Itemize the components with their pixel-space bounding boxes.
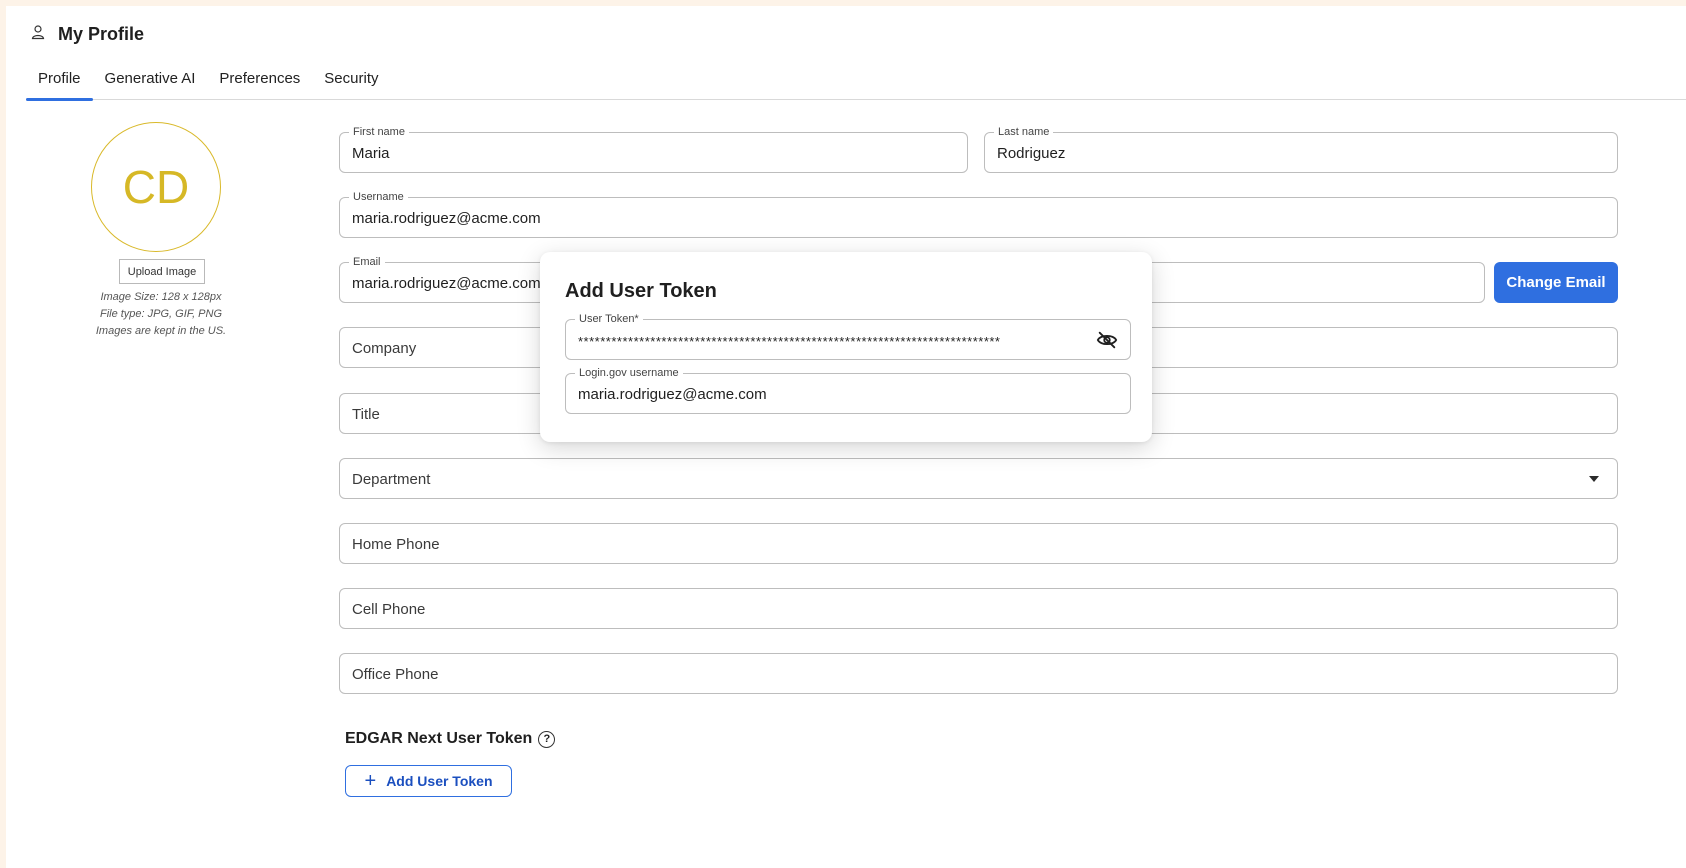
email-value: maria.rodriguez@acme.com — [352, 275, 541, 292]
home-phone-placeholder: Home Phone — [352, 536, 440, 553]
last-name-label: Last name — [994, 125, 1054, 139]
image-location-info: Images are kept in the US. — [95, 325, 227, 337]
plus-icon: + — [364, 770, 377, 792]
change-email-button[interactable]: Change Email — [1494, 262, 1618, 303]
home-phone-field[interactable]: Home Phone — [339, 523, 1618, 564]
login-gov-username-label: Login.gov username — [575, 366, 683, 380]
first-name-label: First name — [349, 125, 409, 139]
user-token-field[interactable]: User Token* ****************************… — [565, 312, 1131, 360]
user-token-value: ****************************************… — [578, 334, 1001, 349]
help-icon[interactable]: ? — [538, 730, 556, 748]
eye-slash-icon[interactable] — [1096, 330, 1118, 350]
tab-bar: Profile Generative AI Preferences Securi… — [26, 66, 1686, 101]
last-name-field[interactable]: Last name Rodriguez — [984, 125, 1618, 173]
user-icon — [30, 24, 46, 45]
first-name-field[interactable]: First name Maria — [339, 125, 968, 173]
avatar: CD — [91, 122, 221, 252]
tab-preferences[interactable]: Preferences — [207, 66, 312, 100]
token-section-label: EDGAR Next User Token — [345, 730, 533, 747]
token-section-title: EDGAR Next User Token ? — [345, 730, 556, 748]
chevron-down-icon — [1589, 476, 1599, 482]
first-name-value: Maria — [352, 145, 390, 162]
profile-page: My Profile Profile Generative AI Prefere… — [6, 6, 1686, 868]
image-info: Image Size: 128 x 128px File type: JPG, … — [66, 289, 256, 340]
title-placeholder: Title — [352, 406, 380, 423]
email-label: Email — [349, 255, 385, 269]
department-placeholder: Department — [352, 471, 431, 488]
office-phone-placeholder: Office Phone — [352, 666, 439, 683]
username-label: Username — [349, 190, 408, 204]
tab-security[interactable]: Security — [312, 66, 390, 100]
cell-phone-field[interactable]: Cell Phone — [339, 588, 1618, 629]
user-token-label: User Token* — [575, 312, 643, 326]
login-gov-username-field[interactable]: Login.gov username maria.rodriguez@acme.… — [565, 366, 1131, 414]
avatar-initials: CD — [122, 161, 190, 213]
cell-phone-placeholder: Cell Phone — [352, 601, 426, 618]
upload-image-button[interactable]: Upload Image — [119, 259, 205, 284]
add-user-token-button[interactable]: + Add User Token — [345, 765, 512, 797]
file-type-info: File type: JPG, GIF, PNG — [99, 308, 223, 320]
last-name-value: Rodriguez — [997, 145, 1066, 162]
page-header: My Profile — [30, 24, 144, 45]
tab-profile[interactable]: Profile — [26, 66, 93, 101]
page-title: My Profile — [58, 24, 145, 44]
office-phone-field[interactable]: Office Phone — [339, 653, 1618, 694]
username-value: maria.rodriguez@acme.com — [352, 210, 541, 227]
department-select[interactable]: Department — [339, 458, 1618, 499]
username-field[interactable]: Username maria.rodriguez@acme.com — [339, 190, 1618, 238]
add-user-token-dialog: Add User Token User Token* *************… — [540, 252, 1152, 442]
image-size-info: Image Size: 128 x 128px — [100, 291, 222, 303]
company-placeholder: Company — [352, 340, 417, 357]
tab-generative-ai[interactable]: Generative AI — [93, 66, 208, 100]
add-user-token-label: Add User Token — [386, 773, 493, 789]
login-gov-username-value: maria.rodriguez@acme.com — [578, 386, 767, 403]
dialog-title: Add User Token — [565, 280, 717, 302]
